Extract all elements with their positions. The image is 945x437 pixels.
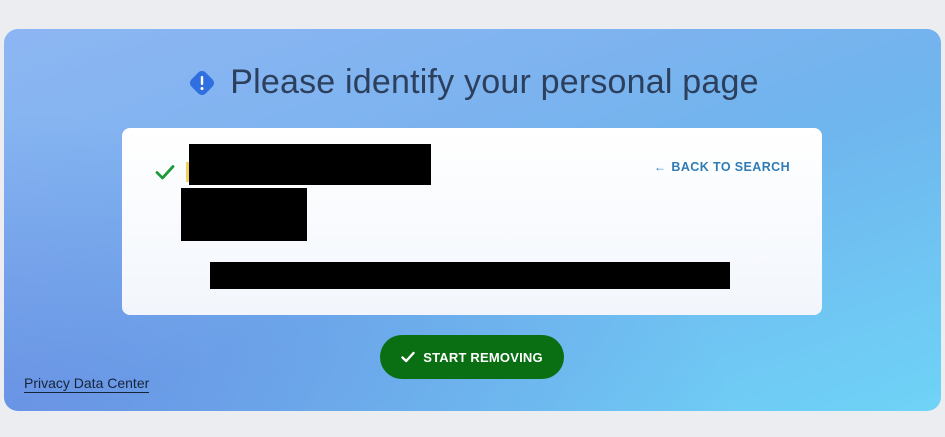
- redacted-details: [181, 188, 307, 241]
- start-removing-button[interactable]: START REMOVING: [380, 335, 564, 379]
- back-to-search-label: BACK TO SEARCH: [671, 160, 790, 174]
- redacted-address: [210, 262, 730, 289]
- back-to-search-link[interactable]: ← BACK TO SEARCH: [654, 160, 790, 174]
- arrow-left-icon: ←: [654, 160, 667, 174]
- page-heading: Please identify your personal page: [4, 63, 941, 102]
- privacy-data-center-link[interactable]: Privacy Data Center: [24, 375, 150, 393]
- page-title: Please identify your personal page: [230, 63, 759, 101]
- redacted-name: [189, 144, 431, 185]
- check-icon: [401, 351, 415, 363]
- main-panel: Please identify your personal page ← BAC…: [4, 29, 941, 411]
- alert-diamond-icon: [190, 70, 215, 95]
- start-removing-label: START REMOVING: [423, 349, 543, 365]
- profile-card[interactable]: ← BACK TO SEARCH: [122, 128, 822, 315]
- check-icon: [155, 165, 175, 180]
